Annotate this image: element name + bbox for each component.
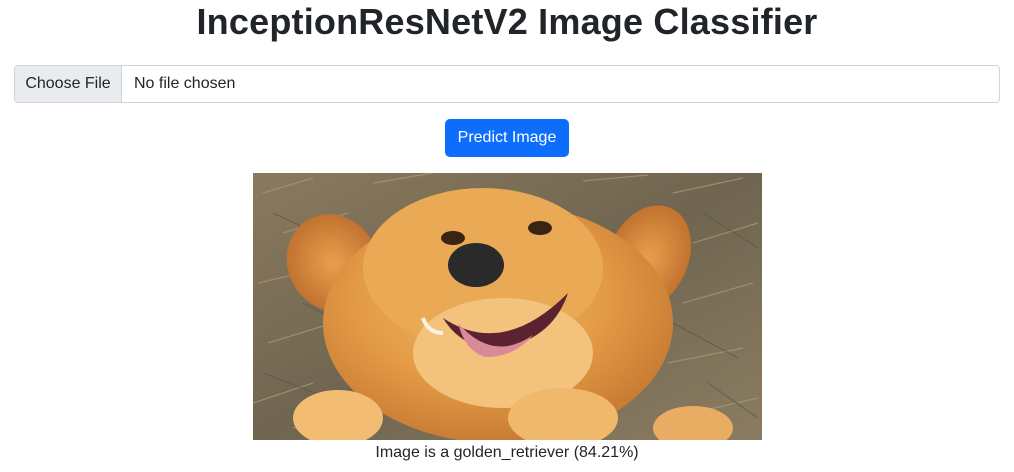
preview-image <box>253 173 762 440</box>
prediction-result: Image is a golden_retriever (84.21%) <box>375 444 639 461</box>
page-title: InceptionResNetV2 Image Classifier <box>196 1 818 42</box>
predict-image-button[interactable]: Predict Image <box>445 119 569 157</box>
choose-file-button[interactable]: Choose File <box>15 66 122 102</box>
page: InceptionResNetV2 Image Classifier Choos… <box>0 0 1014 472</box>
file-input[interactable]: Choose File No file chosen <box>14 65 1000 103</box>
file-status-text: No file chosen <box>134 75 236 92</box>
